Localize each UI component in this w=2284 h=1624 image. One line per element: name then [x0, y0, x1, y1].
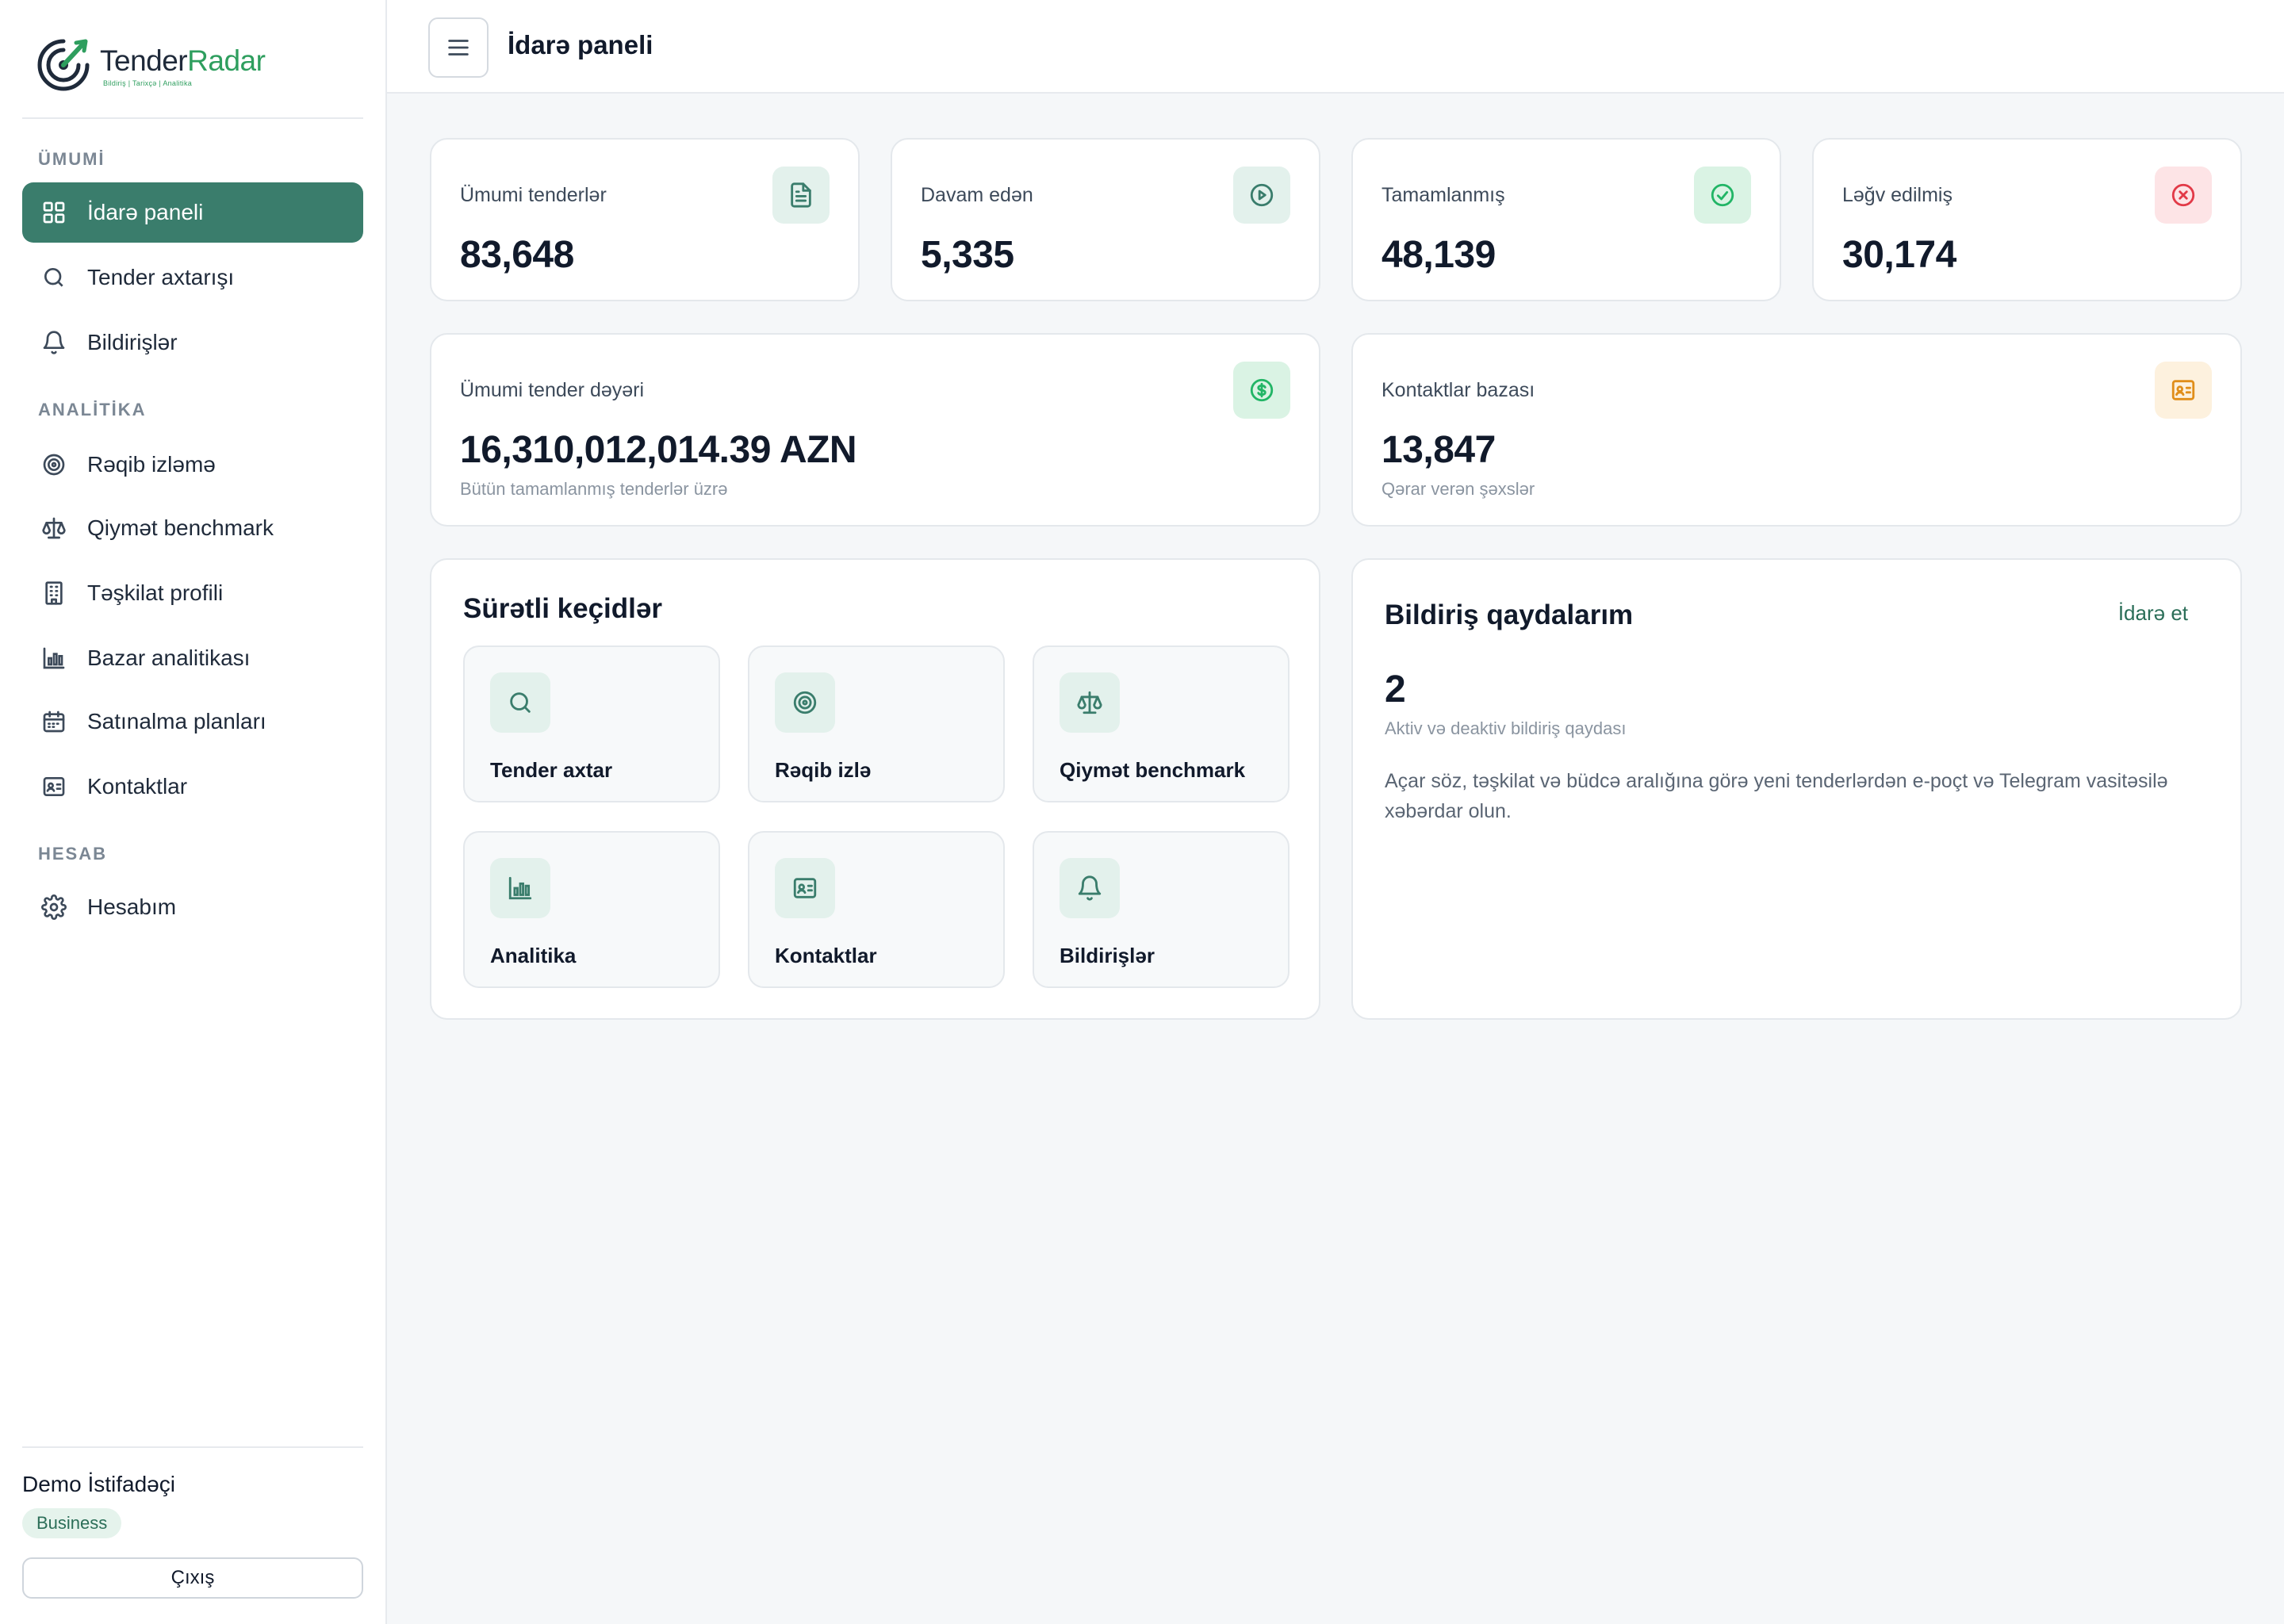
sidebar-item-price-benchmark[interactable]: Qiymət benchmark — [22, 498, 363, 558]
page-title: İdarə paneli — [508, 30, 653, 59]
radar-logo-icon — [37, 39, 90, 91]
quick-link-label: Qiymət benchmark — [1060, 758, 1246, 782]
stat-label: Tamamlanmış — [1382, 184, 1505, 206]
building-icon — [40, 579, 68, 607]
sidebar-item-market-analytics[interactable]: Bazar analitikası — [22, 628, 363, 688]
gear-icon — [40, 893, 68, 921]
sidebar-divider — [22, 1446, 363, 1448]
sidebar-item-label: Rəqib izləmə — [87, 452, 216, 477]
search-icon — [40, 263, 68, 292]
quick-link-tender-search[interactable]: Tender axtar — [463, 645, 720, 802]
stat-value: 5,335 — [921, 234, 1014, 276]
bell-icon — [40, 328, 68, 357]
sidebar-item-label: İdarə paneli — [87, 200, 204, 224]
plan-badge: Business — [22, 1508, 122, 1538]
brand-name: TenderRadar — [100, 44, 266, 77]
sidebar-item-label: Qiymət benchmark — [87, 515, 274, 540]
calendar-icon — [40, 707, 68, 736]
quick-link-analytics[interactable]: Analitika — [463, 831, 720, 988]
stat-card-completed: Tamamlanmış 48,139 — [1351, 138, 1781, 301]
stat-card-contacts-database: Kontaktlar bazası 13,847 Qərar verən şəx… — [1351, 333, 2242, 527]
x-circle-icon — [2155, 167, 2212, 224]
section-label-general: ÜMUMİ — [38, 149, 105, 169]
quick-link-label: Analitika — [490, 944, 577, 967]
rules-description: Açar söz, təşkilat və büdcə aralığına gö… — [1385, 770, 2168, 822]
document-icon — [772, 167, 830, 224]
target-icon — [775, 672, 835, 733]
target-icon — [40, 450, 68, 479]
sidebar-item-tender-search[interactable]: Tender axtarışı — [22, 247, 363, 308]
bar-chart-icon — [40, 644, 68, 672]
rules-count: 2 — [1385, 668, 1406, 710]
play-circle-icon — [1233, 167, 1290, 224]
quick-links-panel: Sürətli keçidlər Tender axtar Rəqib izlə… — [430, 558, 1320, 1020]
stat-label: Ləğv edilmiş — [1842, 184, 1953, 206]
bell-icon — [1060, 858, 1120, 918]
sidebar-item-procurement-plans[interactable]: Satınalma planları — [22, 691, 363, 752]
sidebar-item-organization-profile[interactable]: Təşkilat profili — [22, 563, 363, 623]
stat-subtext: Bütün tamamlanmış tenderlər üzrə — [460, 479, 728, 499]
dollar-circle-icon — [1233, 362, 1290, 419]
brand-tagline: Bildiriş | Tarixçə | Analitika — [103, 79, 193, 87]
sidebar-item-label: Hesabım — [87, 894, 177, 919]
stat-card-total-tenders: Ümumi tenderlər 83,648 — [430, 138, 860, 301]
logout-button[interactable]: Çıxış — [22, 1557, 363, 1599]
search-icon — [490, 672, 550, 733]
stat-label: Kontaktlar bazası — [1382, 379, 1535, 401]
hamburger-icon — [448, 40, 469, 56]
sidebar-item-label: Satınalma planları — [87, 709, 266, 733]
sidebar-item-competitor-tracking[interactable]: Rəqib izləmə — [22, 435, 363, 495]
scale-icon — [1060, 672, 1120, 733]
stat-value: 30,174 — [1842, 234, 1956, 276]
stat-subtext: Qərar verən şəxslər — [1382, 479, 1535, 499]
menu-toggle-button[interactable] — [428, 17, 489, 78]
top-bar: İdarə paneli — [387, 0, 2284, 94]
sidebar-item-notifications[interactable]: Bildirişlər — [22, 312, 363, 373]
rules-count-subtext: Aktiv və deaktiv bildiriş qaydası — [1385, 718, 1627, 738]
quick-link-label: Tender axtar — [490, 758, 613, 782]
sidebar-item-label: Bildirişlər — [87, 330, 178, 354]
bar-chart-icon — [490, 858, 550, 918]
stat-value: 16,310,012,014.39 AZN — [460, 429, 857, 471]
sidebar-item-label: Kontaktlar — [87, 774, 188, 799]
sidebar-item-label: Bazar analitikası — [87, 645, 251, 670]
contact-card-icon — [775, 858, 835, 918]
quick-link-label: Bildirişlər — [1060, 944, 1155, 967]
sidebar-item-contacts[interactable]: Kontaktlar — [22, 756, 363, 817]
contact-card-icon — [40, 772, 68, 801]
stat-value: 48,139 — [1382, 234, 1496, 276]
sidebar-item-label: Təşkilat profili — [87, 580, 224, 605]
quick-link-contacts[interactable]: Kontaktlar — [748, 831, 1005, 988]
sidebar-divider — [22, 117, 363, 119]
grid-icon — [40, 198, 68, 227]
section-label-analytics: ANALİTİKA — [38, 400, 147, 419]
stat-label: Davam edən — [921, 184, 1033, 206]
panel-title: Sürətli keçidlər — [463, 593, 662, 624]
alert-rules-panel: Bildiriş qaydalarım İdarə et 2 Aktiv və … — [1351, 558, 2242, 1020]
stat-card-total-value: Ümumi tender dəyəri 16,310,012,014.39 AZ… — [430, 333, 1320, 527]
stat-value: 83,648 — [460, 234, 574, 276]
quick-link-notifications[interactable]: Bildirişlər — [1033, 831, 1290, 988]
quick-link-price-benchmark[interactable]: Qiymət benchmark — [1033, 645, 1290, 802]
scale-icon — [40, 514, 68, 542]
quick-link-competitor-tracking[interactable]: Rəqib izlə — [748, 645, 1005, 802]
sidebar-item-my-account[interactable]: Hesabım — [22, 877, 363, 937]
sidebar: TenderRadar Bildiriş | Tarixçə | Analiti… — [0, 0, 387, 1624]
check-circle-icon — [1694, 167, 1751, 224]
stat-card-ongoing: Davam edən 5,335 — [891, 138, 1320, 301]
stat-label: Ümumi tenderlər — [460, 184, 607, 206]
stat-value: 13,847 — [1382, 429, 1496, 471]
stat-card-cancelled: Ləğv edilmiş 30,174 — [1812, 138, 2242, 301]
quick-link-label: Kontaktlar — [775, 944, 877, 967]
stat-label: Ümumi tender dəyəri — [460, 379, 645, 401]
panel-title: Bildiriş qaydalarım — [1385, 599, 1634, 630]
sidebar-item-dashboard[interactable]: İdarə paneli — [22, 182, 363, 243]
contact-card-icon — [2155, 362, 2212, 419]
manage-rules-link[interactable]: İdarə et — [2118, 601, 2188, 626]
sidebar-item-label: Tender axtarışı — [87, 265, 235, 289]
brand-logo[interactable]: TenderRadar Bildiriş | Tarixçə | Analiti… — [35, 33, 273, 97]
section-label-account: HESAB — [38, 844, 108, 864]
user-name: Demo İstifadəçi — [22, 1472, 175, 1496]
quick-link-label: Rəqib izlə — [775, 758, 872, 782]
